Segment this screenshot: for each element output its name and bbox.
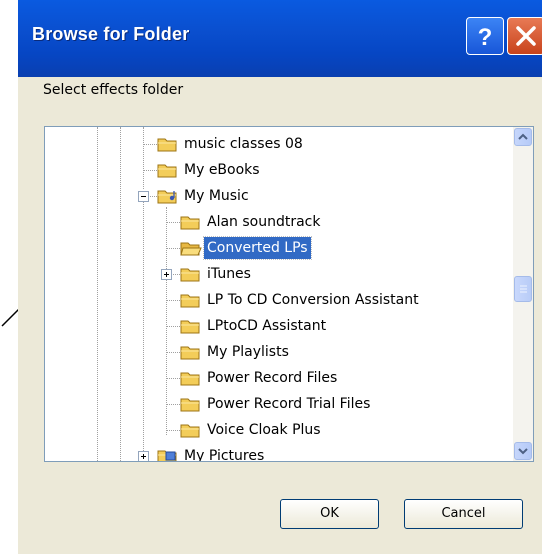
tree-item[interactable]: My eBooks bbox=[45, 157, 515, 183]
grip-icon bbox=[520, 285, 527, 293]
folder-icon bbox=[180, 369, 202, 387]
tree-item-label: My Pictures bbox=[184, 448, 265, 462]
close-icon bbox=[516, 26, 536, 46]
tree-item[interactable]: Power Record Trial Files bbox=[45, 391, 515, 417]
scroll-thumb[interactable] bbox=[514, 276, 532, 302]
scroll-down-button[interactable] bbox=[514, 442, 532, 460]
dialog-prompt: Select effects folder bbox=[43, 82, 184, 98]
tree-item-label: Voice Cloak Plus bbox=[207, 422, 321, 438]
cancel-button[interactable]: Cancel bbox=[404, 499, 523, 529]
vertical-scrollbar[interactable] bbox=[513, 127, 533, 461]
dialog-title: Browse for Folder bbox=[32, 24, 190, 44]
folder-icon bbox=[180, 343, 202, 361]
chevron-down-icon bbox=[518, 448, 528, 455]
folder-icon bbox=[180, 421, 202, 439]
tree-item-label: LPtoCD Assistant bbox=[207, 318, 327, 334]
tree-item[interactable]: iTunes bbox=[45, 261, 515, 287]
scroll-up-button[interactable] bbox=[514, 128, 532, 146]
tree-item[interactable]: Alan soundtrack bbox=[45, 209, 515, 235]
tree-item-label: Alan soundtrack bbox=[207, 214, 321, 230]
folder-icon bbox=[180, 291, 202, 309]
tree-item-label: Converted LPs bbox=[203, 236, 312, 260]
music-folder-icon bbox=[157, 187, 179, 205]
tree-item[interactable]: Converted LPs bbox=[45, 235, 515, 261]
tree-item[interactable]: My Music bbox=[45, 183, 515, 209]
folder-tree[interactable]: music classes 08 My eBooks My Music Alan so… bbox=[44, 126, 534, 462]
tree-item[interactable]: My Pictures bbox=[45, 443, 515, 462]
folder-icon bbox=[180, 395, 202, 413]
tree-item-label: My eBooks bbox=[184, 162, 260, 178]
tree-item[interactable]: Voice Cloak Plus bbox=[45, 417, 515, 443]
browse-for-folder-dialog: Browse for Folder ? Select effects folde… bbox=[18, 0, 542, 554]
tree-item-label: Power Record Files bbox=[207, 370, 338, 386]
folder-icon bbox=[180, 317, 202, 335]
tree-item-label: My Music bbox=[184, 188, 249, 204]
expand-icon[interactable] bbox=[138, 451, 149, 461]
collapse-icon[interactable] bbox=[138, 191, 149, 202]
chevron-up-icon bbox=[518, 133, 528, 140]
folder-icon bbox=[157, 135, 179, 153]
tree-item-label: LP To CD Conversion Assistant bbox=[207, 292, 419, 308]
ok-button[interactable]: OK bbox=[280, 499, 379, 529]
expand-icon[interactable] bbox=[161, 269, 172, 280]
open-folder-icon bbox=[180, 239, 202, 257]
tree-item-label: iTunes bbox=[207, 266, 251, 282]
help-button[interactable]: ? bbox=[466, 17, 504, 55]
tree-item[interactable]: Power Record Files bbox=[45, 365, 515, 391]
tree-item[interactable]: My Playlists bbox=[45, 339, 515, 365]
title-bar[interactable]: Browse for Folder ? bbox=[18, 0, 542, 77]
folder-icon bbox=[180, 265, 202, 283]
tree-item[interactable]: LP To CD Conversion Assistant bbox=[45, 287, 515, 313]
help-icon: ? bbox=[478, 24, 493, 51]
tree-item[interactable]: music classes 08 bbox=[45, 131, 515, 157]
svg-text:?: ? bbox=[478, 24, 493, 51]
folder-icon bbox=[180, 213, 202, 231]
tree-item-label: Power Record Trial Files bbox=[207, 396, 371, 412]
tree-item[interactable]: LPtoCD Assistant bbox=[45, 313, 515, 339]
tree-item-label: My Playlists bbox=[207, 344, 289, 360]
folder-icon bbox=[157, 161, 179, 179]
tree-item-label: music classes 08 bbox=[184, 136, 303, 152]
pictures-folder-icon bbox=[157, 447, 179, 461]
close-button[interactable] bbox=[507, 17, 542, 55]
